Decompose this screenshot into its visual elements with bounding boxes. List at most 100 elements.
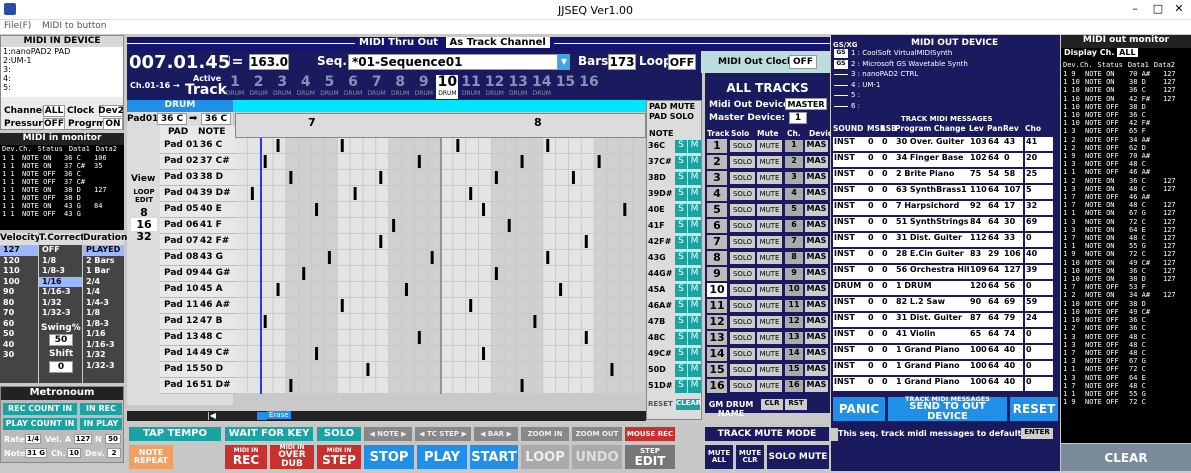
msg-cell[interactable]: 43 — [1003, 137, 1023, 151]
out-device-item[interactable]: 5 : — [831, 91, 1060, 101]
all-track-solo[interactable]: SOLO — [730, 236, 755, 248]
all-track-solo[interactable]: SOLO — [730, 316, 755, 328]
all-track-mute[interactable]: MUTE — [757, 204, 782, 216]
msg-cell[interactable]: 1 DRUM — [895, 281, 969, 295]
track-button-13[interactable]: 13 DRUM — [507, 75, 529, 99]
msg-cell[interactable]: 0 — [867, 185, 881, 199]
msg-cell[interactable]: 90 — [969, 297, 987, 311]
all-track-solo[interactable]: SOLO — [730, 252, 755, 264]
option-item[interactable]: 1 Bar — [83, 266, 124, 277]
pad-note-input[interactable]: 36 C — [157, 113, 187, 125]
all-track-number[interactable]: 13 — [707, 331, 727, 345]
pad-solo-button[interactable]: S — [675, 284, 687, 297]
scroll-thumb[interactable] — [257, 412, 267, 420]
pad-mute-button[interactable]: M — [688, 268, 701, 281]
all-track-device[interactable]: MAS — [805, 156, 828, 168]
zoom-out-button[interactable]: ZOOM OUT — [572, 427, 622, 441]
track-button-1[interactable]: 1 DRUM — [224, 75, 246, 99]
note-nav-button[interactable]: ◀ NOTE ▶ — [364, 427, 412, 441]
msg-cell[interactable]: 100 — [969, 361, 987, 375]
menu-file[interactable]: File(F) — [4, 21, 31, 31]
msg-cell[interactable]: 64 — [987, 297, 1003, 311]
all-track-number[interactable]: 7 — [707, 235, 727, 249]
track-button-6[interactable]: 6 DRUM — [342, 75, 364, 99]
pad-row[interactable]: Pad 03 38 D — [160, 170, 235, 186]
in-rec-button[interactable]: IN REC — [80, 403, 122, 415]
all-track-number[interactable]: 10 — [707, 283, 727, 297]
msg-cell[interactable]: 65 — [969, 329, 987, 343]
msg-cell[interactable]: 0 — [881, 249, 895, 263]
all-track-mute[interactable]: MUTE — [757, 140, 782, 152]
msg-cell[interactable]: 0 — [867, 233, 881, 247]
msg-cell[interactable]: 69 — [1003, 297, 1023, 311]
option-item[interactable]: 100 — [0, 277, 38, 288]
pad-row[interactable]: Pad 16 51 D# — [160, 378, 235, 394]
track-button-10[interactable]: 10 DRUM — [436, 75, 459, 99]
msg-cell[interactable]: 24 — [1025, 313, 1053, 327]
msg-cell[interactable]: 41 — [1025, 137, 1053, 151]
track-button-8[interactable]: 8 DRUM — [389, 75, 411, 99]
track-button-3[interactable]: 3 DRUM — [271, 75, 293, 99]
option-item[interactable]: 1/16 — [39, 276, 82, 287]
pad-row[interactable]: Pad 01 36 C — [160, 138, 235, 154]
msg-cell[interactable]: 120 — [969, 281, 987, 295]
pad-solo-button[interactable]: S — [675, 364, 687, 377]
all-track-mute[interactable]: MUTE — [757, 316, 782, 328]
pad-mute-button[interactable]: M — [688, 236, 701, 249]
msg-cell[interactable]: 17 — [1003, 201, 1023, 215]
msg-cell[interactable]: 0 — [881, 217, 895, 231]
msg-cell[interactable]: 75 — [969, 169, 987, 183]
msg-cell[interactable]: INST — [833, 137, 867, 151]
all-track-number[interactable]: 5 — [707, 203, 727, 217]
msg-cell[interactable]: INST — [833, 361, 867, 375]
all-track-number[interactable]: 4 — [707, 187, 727, 201]
msg-cell[interactable]: 92 — [969, 201, 987, 215]
msg-cell[interactable]: 54 — [987, 169, 1003, 183]
all-track-mute[interactable]: MUTE — [757, 380, 782, 392]
msg-cell[interactable]: 64 — [987, 377, 1003, 391]
all-track-device[interactable]: MAS — [805, 364, 828, 376]
msg-cell[interactable]: 106 — [1003, 249, 1023, 263]
all-track-solo[interactable]: SOLO — [730, 220, 755, 232]
pad-mute-button[interactable]: M — [688, 220, 701, 233]
msg-cell[interactable]: 64 — [987, 137, 1003, 151]
all-track-number[interactable]: 11 — [707, 299, 727, 313]
track-button-16[interactable]: 16 — [578, 75, 600, 99]
wait-for-key-button[interactable]: WAIT FOR KEY — [225, 427, 313, 441]
msg-cell[interactable]: 59 — [1025, 297, 1053, 311]
all-track-device[interactable]: MAS — [805, 284, 828, 296]
pad-solo-button[interactable]: S — [675, 204, 687, 217]
msg-cell[interactable]: 30 — [1003, 217, 1023, 231]
pad-row[interactable]: Pad 09 44 G# — [160, 266, 235, 282]
track-button-14[interactable]: 14 DRUM — [531, 75, 553, 99]
option-item[interactable]: 1/16 — [83, 329, 124, 340]
msg-cell[interactable]: 83 — [969, 249, 987, 263]
msg-cell[interactable]: 69 — [1025, 217, 1053, 231]
msg-cell[interactable]: 30 Over. Guiter — [895, 137, 969, 151]
bar-nav-button[interactable]: ◀ BAR ▶ — [474, 427, 518, 441]
msg-cell[interactable]: 84 — [969, 217, 987, 231]
all-track-device[interactable]: MAS — [805, 172, 828, 184]
send-to-out-device-button[interactable]: TRACK MIDI MESSAGES SEND TO OUT DEVICE — [888, 396, 1007, 422]
msg-cell[interactable]: 0 — [867, 345, 881, 359]
all-track-device[interactable]: MAS — [805, 236, 828, 248]
midi-in-device-item[interactable]: 2:UM-1 — [3, 56, 123, 65]
track-button-11[interactable]: 11 DRUM — [460, 75, 482, 99]
pad-row[interactable]: Pad 02 37 C# — [160, 154, 235, 170]
pad-mute-button[interactable]: M — [688, 172, 701, 185]
msg-cell[interactable]: 25 — [1025, 169, 1053, 183]
midi-out-clock-toggle[interactable]: OFF — [789, 55, 817, 69]
gs-button[interactable]: GS — [834, 49, 848, 58]
all-track-number[interactable]: 16 — [707, 379, 727, 393]
pad-mute-button[interactable]: M — [688, 284, 701, 297]
option-item[interactable]: 120 — [0, 256, 38, 267]
pad-mute-button[interactable]: M — [688, 380, 701, 393]
all-track-device[interactable]: MAS — [805, 140, 828, 152]
msg-cell[interactable]: 51 SynthStrings1 — [895, 217, 969, 231]
loop-button[interactable]: LOOP — [521, 445, 569, 469]
pressure-toggle[interactable]: OFF — [43, 118, 65, 130]
msg-cell[interactable]: 0 — [1025, 281, 1053, 295]
solo-mute-button[interactable]: SOLO MUTE — [767, 445, 829, 469]
option-item[interactable]: 1/32 — [39, 298, 82, 309]
option-item[interactable]: 1/32 — [83, 350, 124, 361]
